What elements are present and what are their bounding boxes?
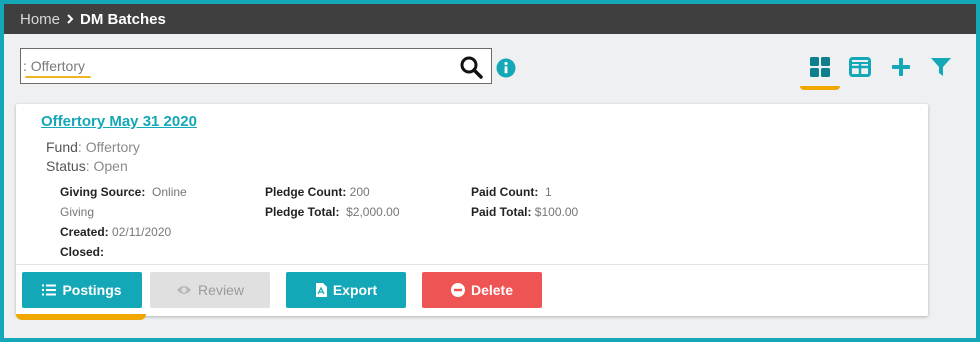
pledge-total-value: $2,000.00 <box>346 205 400 219</box>
pledge-count-value: 200 <box>349 185 370 199</box>
giving-source-label: Giving Source: <box>60 185 146 199</box>
review-label: Review <box>198 282 244 298</box>
list-icon <box>42 284 57 296</box>
search-icon[interactable] <box>459 55 483 79</box>
pledge-count-row: Pledge Count: 200 <box>265 182 445 202</box>
giving-source-row: Giving Source: Online Giving <box>60 182 210 222</box>
breadcrumb-home-link[interactable]: Home <box>20 11 60 28</box>
fund-label: Fund <box>46 139 78 155</box>
details-column-3: Paid Count: 1 Paid Total: $100.00 <box>471 182 631 222</box>
paid-count-label: Paid Count: <box>471 185 539 199</box>
grid-view-icon[interactable] <box>807 54 833 80</box>
active-view-indicator <box>800 86 840 90</box>
details-column-1: Giving Source: Online Giving Created: 02… <box>60 182 210 262</box>
table-view-icon[interactable] <box>847 54 873 80</box>
postings-label: Postings <box>62 282 122 298</box>
search-text-underline <box>25 76 91 78</box>
closed-row: Closed: <box>60 242 210 262</box>
paid-total-label: Paid Total: <box>471 205 532 219</box>
plus-icon[interactable] <box>888 54 914 80</box>
export-button[interactable]: Export <box>286 272 406 308</box>
paid-total-value: $100.00 <box>534 205 579 219</box>
pledge-total-label: Pledge Total: <box>265 205 340 219</box>
pledge-total-row: Pledge Total: $2,000.00 <box>265 202 445 222</box>
created-label: Created: <box>60 225 109 239</box>
chevron-right-icon <box>67 14 74 24</box>
fund-line: Fund: Offertory <box>46 139 140 155</box>
eye-icon <box>177 286 192 294</box>
paid-count-value: 1 <box>545 185 552 199</box>
minus-circle-icon <box>450 283 465 297</box>
details-column-2: Pledge Count: 200 Pledge Total: $2,000.0… <box>265 182 445 222</box>
created-value: 02/11/2020 <box>112 225 172 239</box>
status-value: Open <box>93 158 128 174</box>
card-divider <box>16 264 928 265</box>
fund-value: Offertory <box>85 139 140 155</box>
search-box <box>20 48 492 84</box>
status-label: Status <box>46 158 86 174</box>
batch-title-link[interactable]: Offertory May 31 2020 <box>41 113 197 130</box>
paid-total-row: Paid Total: $100.00 <box>471 202 631 222</box>
delete-button[interactable]: Delete <box>422 272 542 308</box>
search-input[interactable] <box>23 56 443 76</box>
pledge-count-label: Pledge Count: <box>265 185 347 199</box>
delete-label: Delete <box>470 282 514 298</box>
paid-count-row: Paid Count: 1 <box>471 182 631 202</box>
app-frame: Home DM Batches: Offertory Offertory Ma… <box>4 4 976 338</box>
filter-icon[interactable] <box>928 54 954 80</box>
info-icon[interactable] <box>496 58 516 78</box>
postings-button[interactable]: Postings <box>22 272 142 308</box>
breadcrumb-current: DM Batches <box>80 10 166 28</box>
created-row: Created: 02/11/2020 <box>60 222 210 242</box>
pdf-file-icon <box>315 283 327 297</box>
review-button[interactable]: Review <box>150 272 270 308</box>
status-line: Status: Open <box>46 158 128 174</box>
breadcrumb: Home DM Batches <box>4 4 976 34</box>
batch-card: Offertory May 31 2020 Fund: Offertory St… <box>16 104 928 320</box>
export-label: Export <box>332 282 378 298</box>
closed-label: Closed: <box>60 245 105 259</box>
postings-highlight <box>16 314 146 320</box>
toolbar <box>4 34 976 102</box>
